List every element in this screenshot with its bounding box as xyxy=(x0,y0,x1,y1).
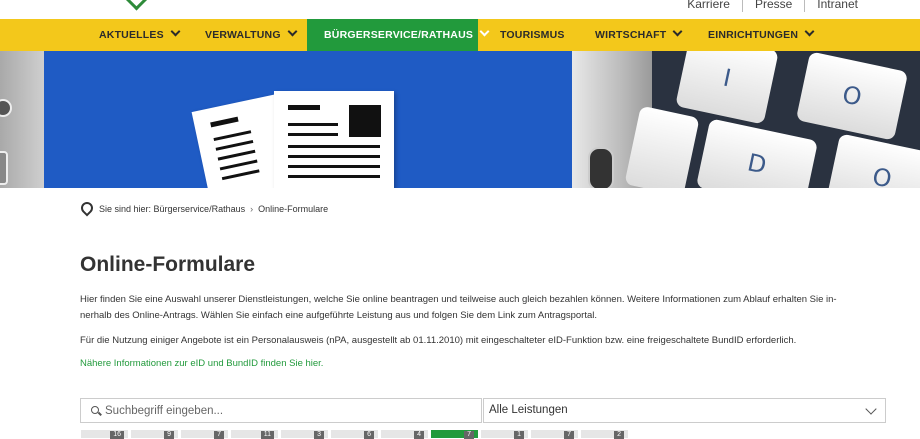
hero-forms-illustration xyxy=(44,51,572,188)
link-presse[interactable]: Presse xyxy=(741,0,804,12)
nav-label: BÜRGERSERVICE/RATHAUS xyxy=(324,29,474,41)
letter-filter-item[interactable]: 4 xyxy=(381,430,428,439)
hero-device-edge xyxy=(0,51,44,188)
category-select-value: Alle Leistungen xyxy=(489,404,568,416)
document-illustration-front xyxy=(274,91,394,188)
nav-label: WIRTSCHAFT xyxy=(595,29,667,41)
search-input[interactable] xyxy=(105,402,475,420)
alphabet-filter: 16 9 7 11 3 6 4 7 1 7 2 xyxy=(81,430,631,439)
letter-filter-item[interactable]: 3 xyxy=(281,430,328,439)
breadcrumb-item-buergerservice[interactable]: Bürgerservice/Rathaus xyxy=(154,204,246,214)
keycap: O xyxy=(825,133,920,188)
keycap: I xyxy=(675,51,779,125)
nav-item-aktuelles[interactable]: AKTUELLES xyxy=(99,19,181,51)
letter-filter-item[interactable]: 7 xyxy=(531,430,578,439)
nav-item-tourismus[interactable]: TOURISMUS xyxy=(500,19,565,51)
chevron-down-icon xyxy=(804,26,815,37)
letter-filter-item[interactable]: 16 xyxy=(81,430,128,439)
nav-item-verwaltung[interactable]: VERWALTUNG xyxy=(205,19,298,51)
main-navigation: AKTUELLES VERWALTUNG BÜRGERSERVICE/RATHA… xyxy=(0,19,920,51)
eid-info-link[interactable]: Nähere Informationen zur eID und BundID … xyxy=(80,358,323,369)
breadcrumb: Sie sind hier: Bürgerservice/Rathaus › O… xyxy=(78,199,329,217)
utility-links: Karriere Presse Intranet xyxy=(675,0,870,12)
nav-item-wirtschaft[interactable]: WIRTSCHAFT xyxy=(595,19,683,51)
letter-filter-item[interactable]: 1 xyxy=(481,430,528,439)
top-bar: Karriere Presse Intranet xyxy=(0,0,920,19)
search-icon xyxy=(91,406,99,414)
chevron-down-icon xyxy=(287,26,298,37)
letter-filter-item[interactable]: 9 xyxy=(131,430,178,439)
logo-icon[interactable] xyxy=(124,0,149,11)
nav-label: EINRICHTUNGEN xyxy=(708,29,799,41)
chevron-down-icon xyxy=(479,26,490,37)
keycap: O xyxy=(795,51,909,141)
letter-filter-item[interactable]: 6 xyxy=(331,430,378,439)
link-intranet[interactable]: Intranet xyxy=(804,0,870,12)
search-box xyxy=(80,398,482,423)
letter-filter-item[interactable]: 7 xyxy=(181,430,228,439)
link-karriere[interactable]: Karriere xyxy=(675,0,742,12)
nav-item-einrichtungen[interactable]: EINRICHTUNGEN xyxy=(708,19,815,51)
nav-label: VERWALTUNG xyxy=(205,29,281,41)
eid-note: Für die Nutzung einiger Angebote ist ein… xyxy=(80,335,797,346)
category-select[interactable]: Alle Leistungen xyxy=(483,398,886,423)
location-pin-icon xyxy=(78,199,96,217)
nav-label: TOURISMUS xyxy=(500,29,565,41)
nav-item-buergerservice[interactable]: BÜRGERSERVICE/RATHAUS xyxy=(307,19,490,51)
phone-home-button xyxy=(588,147,614,188)
chevron-down-icon xyxy=(672,26,683,37)
chevron-down-icon xyxy=(865,403,877,415)
keycap: D xyxy=(695,118,819,188)
hero-image: I O D O xyxy=(0,51,920,188)
hero-keyboard: I O D O xyxy=(624,51,920,188)
breadcrumb-item-current: Online-Formulare xyxy=(258,204,329,214)
device-knob xyxy=(0,99,12,117)
breadcrumb-prefix: Sie sind hier: xyxy=(99,204,152,214)
breadcrumb-separator-icon: › xyxy=(250,204,254,214)
intro-paragraph: Hier finden Sie eine Auswahl unserer Die… xyxy=(80,292,920,323)
page-title: Online-Formulare xyxy=(80,253,256,276)
letter-filter-item[interactable]: 11 xyxy=(231,430,278,439)
letter-filter-item[interactable]: 2 xyxy=(581,430,628,439)
device-slot xyxy=(0,151,8,185)
intro-line-2: nerhalb des Online-Antrags. Wählen Sie e… xyxy=(80,309,598,321)
nav-label: AKTUELLES xyxy=(99,29,164,41)
chevron-down-icon xyxy=(170,26,181,37)
intro-line-1: Hier finden Sie eine Auswahl unserer Die… xyxy=(80,294,837,305)
letter-filter-item-active[interactable]: 7 xyxy=(431,430,478,439)
